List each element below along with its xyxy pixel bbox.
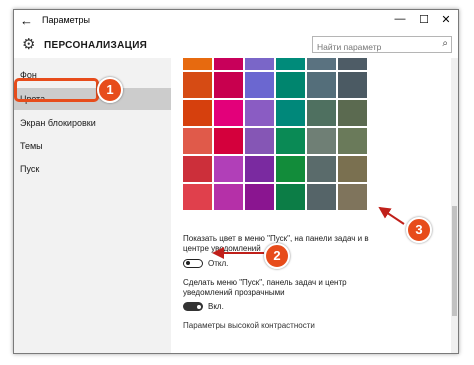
callout-1: 1 <box>97 77 123 103</box>
callout-2: 2 <box>264 243 290 269</box>
callout-3: 3 <box>406 217 432 243</box>
annotation-arrows <box>212 206 405 259</box>
arrow-3 <box>378 206 405 225</box>
